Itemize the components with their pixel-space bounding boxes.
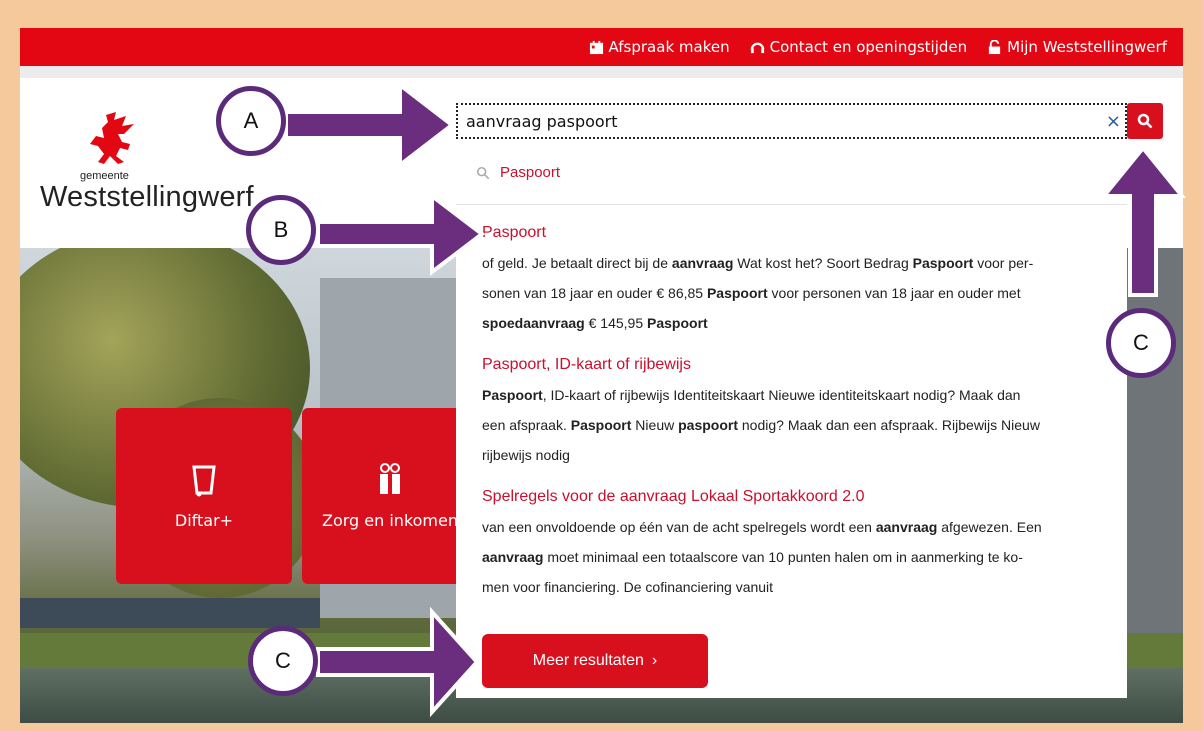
tile-zorg-label: Zorg en inkomen bbox=[322, 510, 458, 530]
suggestion-label: Paspoort bbox=[500, 164, 561, 181]
people-icon bbox=[380, 462, 400, 494]
search-icon bbox=[476, 166, 490, 179]
annotation-c-top: C bbox=[1106, 308, 1176, 378]
search-input[interactable] bbox=[458, 106, 1098, 136]
result-title-link[interactable]: Paspoort bbox=[482, 224, 1101, 242]
logo-title: Weststellingwerf bbox=[40, 181, 254, 213]
clear-search-icon[interactable]: × bbox=[1106, 111, 1121, 132]
result-snippet: Paspoort, ID-kaart of rijbewijs Identite… bbox=[482, 387, 1040, 463]
search-box: × bbox=[456, 103, 1127, 139]
mijn-weststellingwerf-label: Mijn Weststellingwerf bbox=[1007, 38, 1167, 56]
lock-icon bbox=[989, 39, 1001, 54]
calendar-icon bbox=[589, 40, 603, 54]
trash-bin-icon bbox=[192, 465, 216, 496]
search-result: Paspoort, ID-kaart of rijbewijs Paspoort… bbox=[482, 356, 1101, 470]
chevron-right-icon: › bbox=[651, 652, 658, 669]
annotation-a: A bbox=[216, 86, 286, 156]
tile-diftar-label: Diftar+ bbox=[174, 510, 234, 530]
top-utility-bar: Afspraak maken Contact en openingstijden… bbox=[20, 28, 1183, 66]
griffin-logo-icon bbox=[90, 112, 134, 164]
mijn-weststellingwerf-link[interactable]: Mijn Weststellingwerf bbox=[987, 38, 1167, 56]
afspraak-maken-link[interactable]: Afspraak maken bbox=[589, 38, 730, 56]
result-title-link[interactable]: Spelregels voor de aanvraag Lokaal Sport… bbox=[482, 488, 1101, 506]
afspraak-maken-label: Afspraak maken bbox=[608, 38, 730, 56]
more-results-button[interactable]: Meer resultaten › bbox=[482, 634, 708, 688]
result-title-link[interactable]: Paspoort, ID-kaart of rijbewijs bbox=[482, 356, 1101, 374]
contact-link[interactable]: Contact en openingstijden bbox=[750, 38, 968, 56]
header-divider bbox=[20, 66, 1183, 78]
search-icon bbox=[1137, 113, 1153, 129]
search-result: Spelregels voor de aanvraag Lokaal Sport… bbox=[482, 488, 1101, 602]
headset-icon bbox=[750, 42, 764, 53]
annotation-b: B bbox=[246, 195, 316, 265]
parked-cars bbox=[20, 598, 320, 628]
search-results-dropdown: Paspoort of geld. Je betaalt direct bij … bbox=[456, 206, 1127, 698]
result-snippet: van een onvoldoende op één van de acht s… bbox=[482, 519, 1042, 595]
search-suggestion[interactable]: Paspoort bbox=[456, 141, 1127, 205]
tile-diftar[interactable]: Diftar+ bbox=[116, 408, 292, 584]
annotation-c-bottom: C bbox=[248, 626, 318, 696]
result-snippet: of geld. Je betaalt direct bij de aanvra… bbox=[482, 255, 1034, 331]
tile-zorg-inkomen[interactable]: Zorg en inkomen bbox=[302, 408, 478, 584]
browser-frame: Afspraak maken Contact en openingstijden… bbox=[20, 28, 1183, 723]
more-results-label: Meer resultaten bbox=[532, 652, 644, 669]
contact-label: Contact en openingstijden bbox=[769, 38, 968, 56]
search-result: Paspoort of geld. Je betaalt direct bij … bbox=[482, 224, 1101, 338]
search-button[interactable] bbox=[1127, 103, 1163, 139]
building-right bbox=[1120, 248, 1183, 638]
